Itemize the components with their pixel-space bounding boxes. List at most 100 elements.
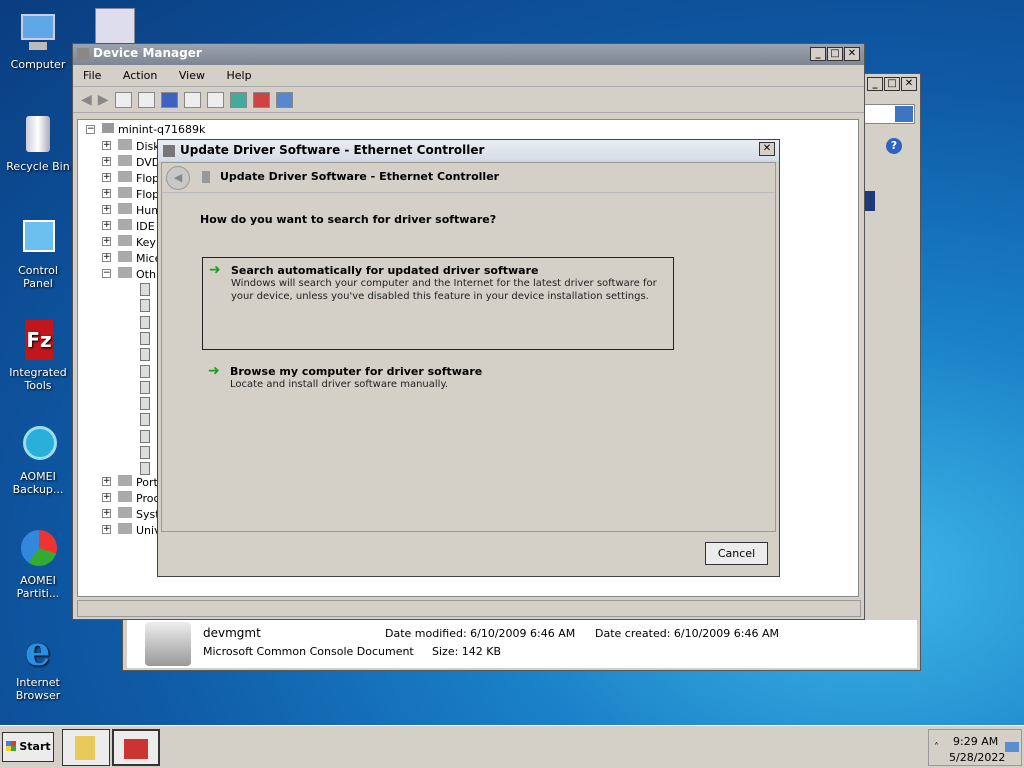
console-document-icon bbox=[145, 622, 191, 666]
menu-view[interactable]: View bbox=[179, 69, 205, 82]
minimize-button[interactable]: _ bbox=[867, 77, 883, 91]
help-icon[interactable]: ? bbox=[886, 138, 902, 154]
unknown-device-icon[interactable] bbox=[140, 397, 150, 411]
explorer-taskbar-button[interactable] bbox=[62, 729, 110, 766]
maximize-button[interactable]: □ bbox=[884, 77, 900, 91]
back-arrow-icon[interactable]: ◀ bbox=[166, 166, 190, 190]
tree-node[interactable]: Port bbox=[118, 475, 158, 489]
device-category-icon bbox=[118, 155, 132, 166]
clock-time[interactable]: 9:29 AM bbox=[953, 735, 998, 748]
unknown-device-icon[interactable] bbox=[140, 348, 150, 362]
tree-node-label: Proc bbox=[136, 492, 160, 505]
unknown-device-icon[interactable] bbox=[140, 446, 150, 459]
collapse-icon[interactable]: − bbox=[86, 125, 95, 134]
expand-icon[interactable]: + bbox=[102, 509, 111, 518]
title-bar[interactable]: Device Manager _ □ ✕ bbox=[73, 44, 864, 65]
expand-icon[interactable]: − bbox=[102, 269, 111, 278]
tree-node-label: Key bbox=[136, 236, 156, 249]
properties-icon[interactable] bbox=[137, 91, 155, 108]
cancel-button[interactable]: Cancel bbox=[705, 542, 768, 565]
tree-node[interactable]: Mice bbox=[118, 251, 161, 265]
expand-icon[interactable]: + bbox=[102, 173, 111, 182]
disable-icon[interactable] bbox=[275, 91, 293, 108]
unknown-device-icon[interactable] bbox=[140, 413, 150, 427]
device-category-icon bbox=[118, 523, 132, 534]
start-button[interactable]: Start bbox=[2, 732, 54, 762]
recycle-bin-icon bbox=[15, 112, 61, 158]
desktop-icon-aomei-partition[interactable]: AOMEI Partiti... bbox=[2, 526, 74, 600]
device-category-icon bbox=[118, 171, 132, 182]
tree-node[interactable]: Disk bbox=[118, 139, 160, 153]
warning-device-icon[interactable] bbox=[140, 283, 150, 296]
warning-device-icon[interactable] bbox=[140, 462, 150, 476]
console-tree-icon[interactable] bbox=[114, 91, 132, 108]
desktop-icon-internet-browser[interactable]: e Internet Browser bbox=[2, 628, 74, 703]
expand-icon[interactable]: + bbox=[102, 157, 111, 166]
tree-node[interactable]: Syst bbox=[118, 507, 160, 521]
show-hidden-icons-icon[interactable]: ˄ bbox=[934, 742, 939, 753]
expand-icon[interactable]: + bbox=[102, 141, 111, 150]
help-icon[interactable] bbox=[160, 91, 178, 108]
tree-node[interactable]: Univ bbox=[118, 523, 161, 537]
unknown-device-icon[interactable] bbox=[140, 380, 150, 394]
menu-file[interactable]: File bbox=[83, 69, 101, 82]
minimize-button[interactable]: _ bbox=[810, 47, 826, 61]
expand-icon[interactable]: + bbox=[102, 221, 111, 230]
action-pane-icon[interactable] bbox=[183, 91, 201, 108]
tree-node[interactable]: IDE bbox=[118, 219, 155, 233]
browse-computer-option[interactable]: ➜ Browse my computer for driver software… bbox=[202, 359, 674, 403]
expand-icon[interactable]: + bbox=[102, 525, 111, 534]
device-category-icon bbox=[118, 251, 132, 262]
search-automatically-option[interactable]: ➜ Search automatically for updated drive… bbox=[202, 257, 674, 350]
expand-icon[interactable]: + bbox=[102, 477, 111, 486]
network-icon[interactable] bbox=[1005, 742, 1019, 752]
unknown-device-icon[interactable] bbox=[140, 299, 150, 313]
expand-icon[interactable]: + bbox=[102, 205, 111, 214]
expand-icon[interactable]: + bbox=[102, 493, 111, 502]
tree-node[interactable]: Flop bbox=[118, 171, 159, 185]
update-driver-icon[interactable] bbox=[229, 91, 247, 108]
file-type: Microsoft Common Console Document bbox=[203, 645, 414, 658]
uninstall-icon[interactable] bbox=[252, 91, 270, 108]
close-button[interactable]: ✕ bbox=[759, 142, 775, 156]
unknown-device-icon[interactable] bbox=[140, 331, 150, 345]
close-button[interactable]: ✕ bbox=[901, 77, 917, 91]
tree-node[interactable]: Key bbox=[118, 235, 156, 249]
tree-node[interactable]: Proc bbox=[118, 491, 160, 505]
clock-date[interactable]: 5/28/2022 bbox=[949, 751, 1005, 764]
menu-action[interactable]: Action bbox=[123, 69, 157, 82]
desktop-icon-aomei-backup[interactable]: AOMEI Backup... bbox=[2, 422, 74, 496]
close-button[interactable]: ✕ bbox=[844, 47, 860, 61]
unknown-device-icon[interactable] bbox=[140, 429, 150, 443]
desktop-icon-integrated-tools[interactable]: Fz Integrated Tools bbox=[2, 318, 74, 392]
unknown-device-icon[interactable] bbox=[140, 315, 150, 329]
scan-hardware-icon[interactable] bbox=[206, 91, 224, 108]
tree-node[interactable]: Hum bbox=[118, 203, 162, 217]
status-bar bbox=[77, 600, 861, 617]
file-size: Size: 142 KB bbox=[432, 645, 502, 658]
desktop-icon-computer[interactable]: Computer bbox=[2, 10, 74, 71]
desktop-icon-control-panel[interactable]: Control Panel bbox=[2, 216, 74, 290]
notification-area: ˄ 9:29 AM 5/28/2022 bbox=[928, 729, 1022, 766]
search-icon[interactable] bbox=[895, 106, 913, 122]
desktop-icon-recycle-bin[interactable]: Recycle Bin bbox=[2, 112, 74, 173]
maximize-button[interactable]: □ bbox=[827, 47, 843, 61]
expand-icon[interactable]: + bbox=[102, 237, 111, 246]
back-arrow-icon[interactable]: ◀ bbox=[81, 92, 92, 108]
device-category-icon bbox=[118, 187, 132, 198]
menu-help[interactable]: Help bbox=[226, 69, 251, 82]
expand-icon[interactable]: + bbox=[102, 253, 111, 262]
question-text: How do you want to search for driver sof… bbox=[200, 213, 497, 226]
tree-node[interactable]: Oth bbox=[118, 267, 156, 281]
expand-icon[interactable]: + bbox=[102, 189, 111, 198]
device-category-icon bbox=[118, 267, 132, 278]
forward-arrow-icon[interactable]: ▶ bbox=[98, 92, 109, 108]
device-manager-taskbar-button[interactable] bbox=[112, 729, 160, 766]
warning-device-icon[interactable] bbox=[140, 364, 150, 378]
tree-node[interactable]: DVD bbox=[118, 155, 160, 169]
shortcut-icon[interactable] bbox=[95, 8, 135, 44]
dialog-title-bar[interactable]: Update Driver Software - Ethernet Contro… bbox=[158, 140, 779, 161]
tree-node[interactable]: Flop bbox=[118, 187, 159, 201]
tree-root[interactable]: minint-q71689k bbox=[102, 123, 205, 136]
tree-node-label: Syst bbox=[136, 508, 160, 521]
